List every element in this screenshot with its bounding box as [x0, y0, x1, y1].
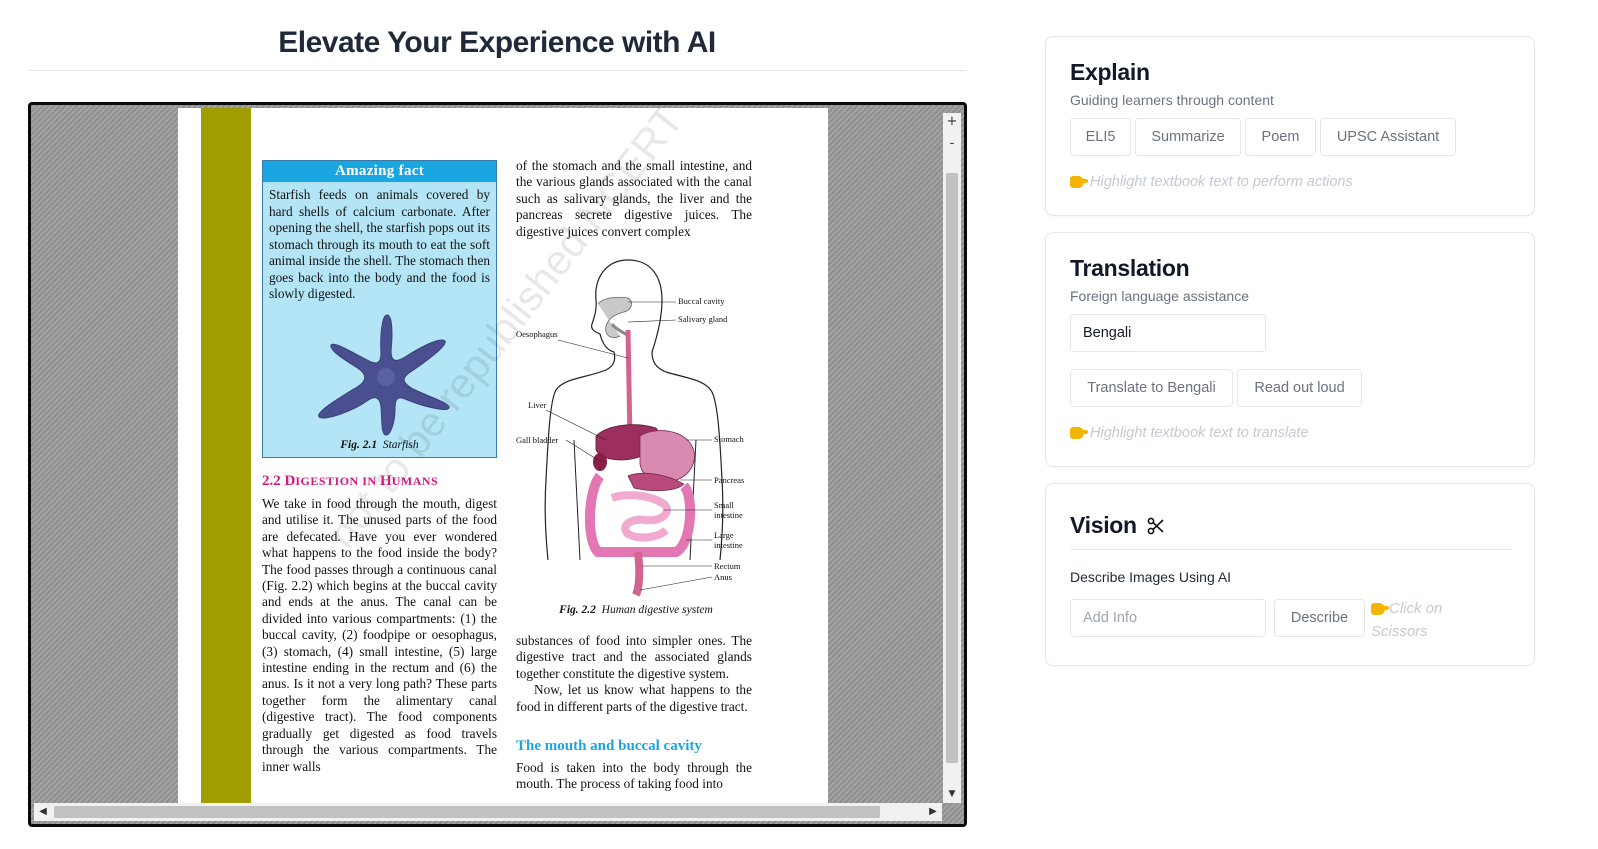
describe-button[interactable]: Describe: [1274, 599, 1365, 637]
paragraph-now-let-us: Now, let us know what happens to the foo…: [516, 682, 752, 714]
label-buccal-cavity: Buccal cavity: [678, 296, 725, 306]
translation-subtitle: Foreign language assistance: [1070, 288, 1250, 304]
textbook-viewer[interactable]: Amazing fact Starfish feeds on animals c…: [28, 102, 967, 827]
translate-button[interactable]: Translate to Bengali: [1070, 369, 1233, 407]
app-root: Elevate Your Experience with AI Amazing …: [0, 0, 1598, 849]
title-divider: [28, 70, 966, 71]
page-title: Elevate Your Experience with AI: [278, 26, 716, 59]
label-small-intestine: intestine: [714, 510, 743, 520]
vertical-scrollbar[interactable]: + - ▼: [943, 113, 961, 803]
label-gall-bladder: Gall bladder: [516, 435, 558, 445]
label-small: Small: [714, 500, 734, 510]
label-large-intestine: intestine: [714, 540, 743, 550]
read-out-loud-button[interactable]: Read out loud: [1237, 369, 1362, 407]
vertical-scroll-thumb[interactable]: [946, 173, 958, 763]
amazing-fact-heading: Amazing fact: [263, 161, 496, 182]
vision-label: Describe Images Using AI: [1070, 569, 1232, 585]
pointing-hand-icon: [1070, 176, 1088, 188]
pointing-hand-icon: [1070, 427, 1088, 439]
scroll-right-button[interactable]: ▶: [924, 803, 942, 821]
poem-button[interactable]: Poem: [1245, 118, 1316, 156]
label-anus: Anus: [714, 572, 732, 582]
scroll-left-button[interactable]: ◀: [34, 803, 52, 821]
scissors-icon[interactable]: [1147, 517, 1165, 535]
horizontal-scrollbar[interactable]: ◀ ▶: [34, 803, 942, 821]
label-pancreas: Pancreas: [714, 475, 744, 485]
subheading-mouth: The mouth and buccal cavity: [516, 738, 702, 754]
left-column-text: We take in food through the mouth, diges…: [262, 496, 497, 774]
paragraph-digestive-system: substances of food into simpler ones. Th…: [516, 633, 752, 681]
vision-title: Vision: [1070, 512, 1165, 539]
amazing-fact-text: Starfish feeds on animals covered by har…: [269, 187, 490, 301]
pointing-hand-icon: [1371, 603, 1389, 616]
label-large: Large: [714, 530, 734, 540]
textbook-page[interactable]: Amazing fact Starfish feeds on animals c…: [178, 108, 828, 805]
translation-title: Translation: [1070, 255, 1190, 281]
language-input[interactable]: Bengali: [1070, 314, 1266, 352]
page-margin-bar: [201, 108, 251, 805]
explain-subtitle: Guiding learners through content: [1070, 92, 1274, 108]
label-salivary-gland: Salivary gland: [678, 314, 728, 324]
translation-hint: Highlight textbook text to translate: [1070, 425, 1308, 441]
explain-title: Explain: [1070, 59, 1150, 85]
label-rectum: Rectum: [714, 561, 741, 571]
upsc-assistant-button[interactable]: UPSC Assistant: [1320, 118, 1456, 156]
horizontal-scroll-thumb[interactable]: [54, 806, 880, 818]
translation-card: Translation Foreign language assistance …: [1045, 232, 1535, 467]
add-info-input[interactable]: Add Info: [1070, 599, 1266, 637]
scroll-down-button[interactable]: ▼: [943, 785, 961, 803]
explain-card: Explain Guiding learners through content…: [1045, 36, 1535, 216]
zoom-out-button[interactable]: -: [943, 135, 961, 153]
vision-divider: [1070, 549, 1511, 550]
vision-hint: Click on Scissors: [1371, 600, 1443, 640]
eli5-button[interactable]: ELI5: [1070, 118, 1131, 156]
explain-hint: Highlight textbook text to perform actio…: [1070, 174, 1353, 190]
digestive-diagram-caption: Fig. 2.2 Human digestive system: [559, 604, 713, 616]
label-stomach: Stomach: [714, 434, 744, 444]
summarize-button[interactable]: Summarize: [1135, 118, 1241, 156]
label-liver: Liver: [528, 400, 547, 410]
vision-card: Vision Describe Images Using AI Add Info…: [1045, 483, 1535, 666]
zoom-in-button[interactable]: +: [943, 113, 961, 131]
right-column-bottom-text: substances of food into simpler ones. Th…: [516, 633, 752, 715]
right-column-end-text: Food is taken into the body through the …: [516, 760, 752, 792]
